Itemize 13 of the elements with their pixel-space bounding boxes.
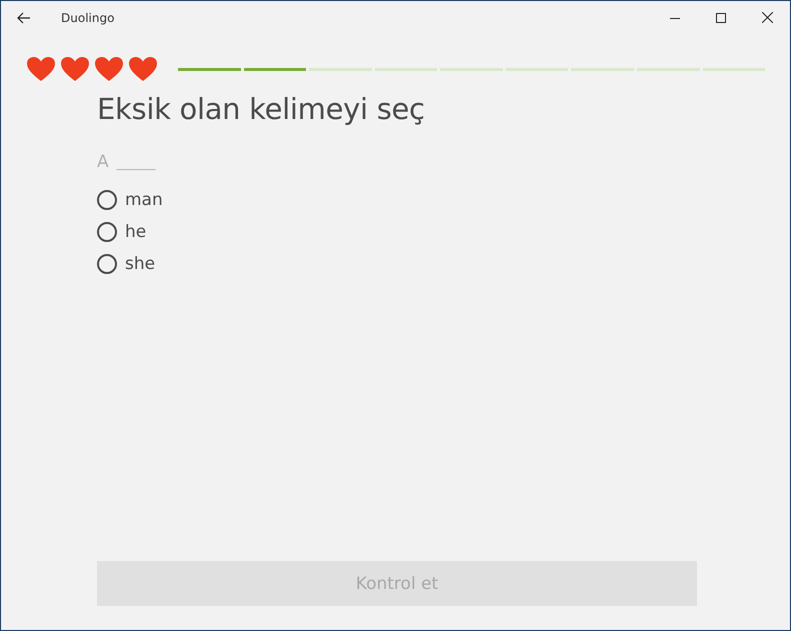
maximize-icon: [716, 12, 726, 22]
radio-button[interactable]: [97, 254, 117, 274]
radio-button[interactable]: [97, 190, 117, 210]
prompt-heading: Eksik olan kelimeyi seç: [97, 92, 426, 126]
close-icon: [762, 12, 772, 23]
window-title: Duolingo: [61, 10, 116, 24]
option-label[interactable]: he: [125, 222, 146, 242]
back-arrow-icon: [17, 12, 31, 24]
radio-button[interactable]: [97, 222, 117, 242]
option-label[interactable]: man: [125, 190, 163, 210]
sentence-blank: ______: [116, 156, 156, 171]
option-label[interactable]: she: [125, 254, 156, 274]
sentence-word: A: [97, 152, 109, 172]
